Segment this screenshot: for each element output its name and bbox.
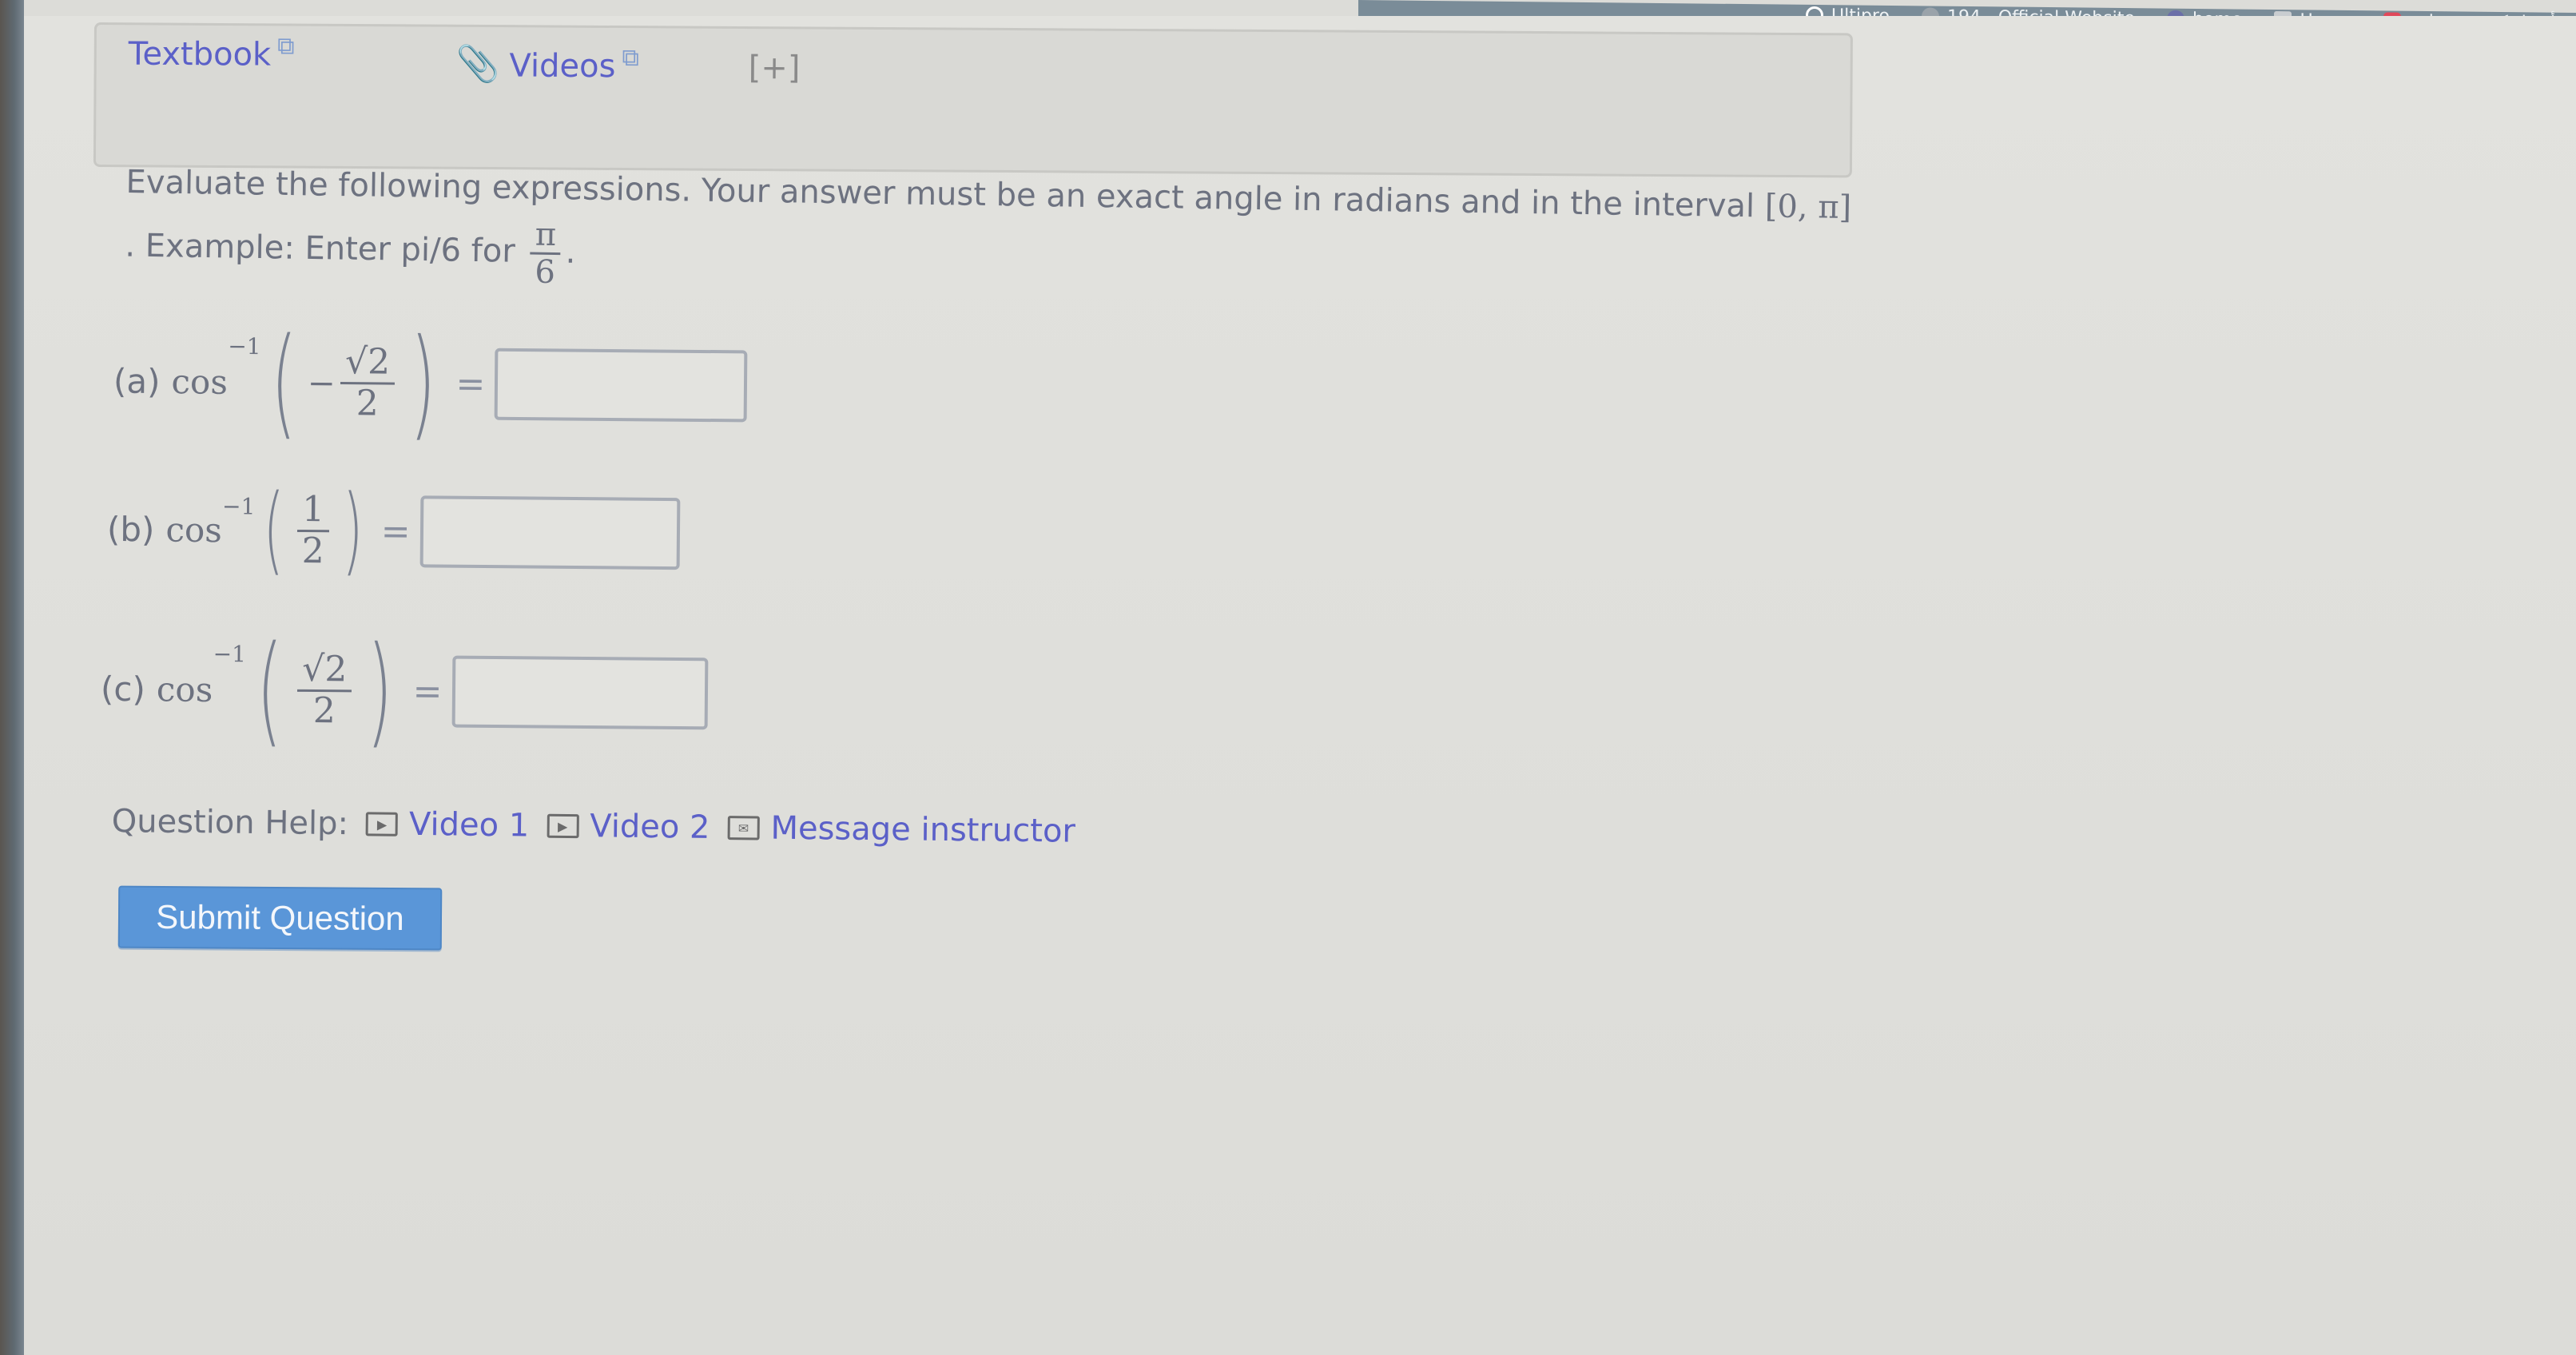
envelope-icon: ✉ — [727, 816, 760, 840]
play-video-icon: ▶ — [365, 812, 399, 836]
question-help: Question Help: ▶ Video 1 ▶ Video 2 ✉ Mes… — [111, 803, 1076, 850]
fraction: √2 2 — [297, 649, 352, 731]
resources-bar: Textbook ⧉ 📎 Videos ⧉ [+] — [93, 22, 1853, 178]
part-a: (a) cos −1 ( − √2 2 ) = — [113, 312, 748, 453]
answer-input-b[interactable] — [419, 495, 681, 570]
screen-bezel — [0, 0, 24, 1355]
external-link-icon: ⧉ — [277, 32, 295, 61]
question-prompt: Evaluate the following expressions. Your… — [125, 163, 1852, 291]
play-video-icon: ▶ — [547, 813, 579, 839]
example-fraction: π 6 — [530, 217, 562, 291]
fraction: 1 2 — [296, 489, 330, 571]
expand-videos-button[interactable]: [+] — [749, 50, 801, 86]
message-instructor-link[interactable]: ✉ Message instructor — [727, 809, 1075, 850]
video-2-link[interactable]: ▶ Video 2 — [547, 808, 710, 846]
textbook-link[interactable]: Textbook ⧉ — [129, 31, 295, 74]
page: Textbook ⧉ 📎 Videos ⧉ [+] Evaluate the foll… — [24, 16, 2576, 1355]
part-c: (c) cos −1 ( √2 2 ) = — [100, 620, 708, 761]
video-1-link[interactable]: ▶ Video 1 — [365, 805, 530, 844]
submit-question-button[interactable]: Submit Question — [117, 885, 443, 951]
part-b: (b) cos −1 ( 1 2 ) = — [106, 475, 681, 586]
external-link-icon: ⧉ — [622, 44, 639, 73]
interval: [0, π] — [1764, 188, 1852, 227]
paperclip-icon: 📎 — [455, 44, 500, 85]
answer-input-a[interactable] — [494, 348, 748, 423]
videos-link[interactable]: 📎 Videos ⧉ — [456, 43, 639, 86]
fraction: √2 2 — [340, 341, 396, 423]
answer-input-c[interactable] — [451, 655, 708, 730]
